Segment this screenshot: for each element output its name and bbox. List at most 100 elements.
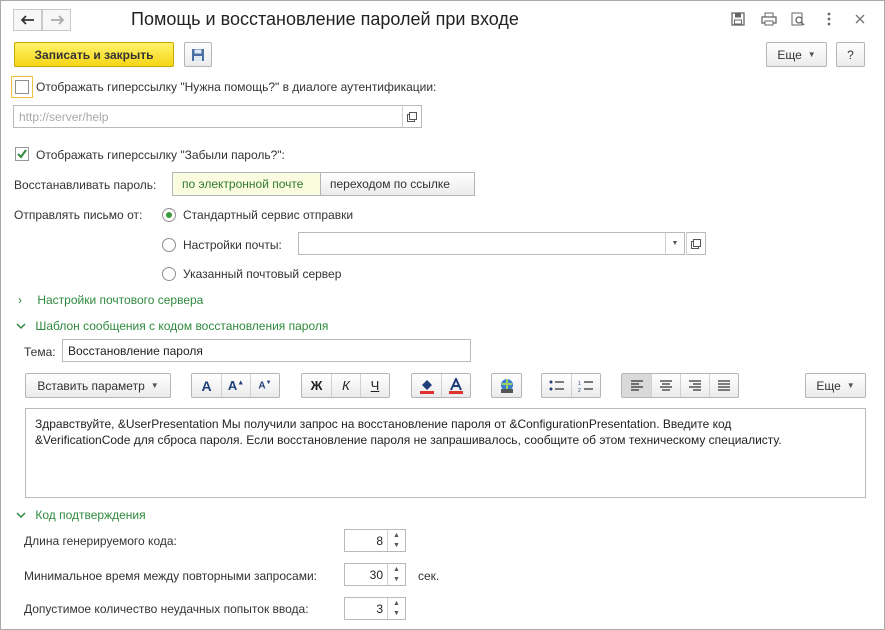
svg-text:2: 2 bbox=[578, 388, 581, 392]
caret-down-icon: ▼ bbox=[671, 240, 679, 247]
insert-parameter-label: Вставить параметр bbox=[37, 378, 145, 393]
caret-down-icon: ▼ bbox=[150, 381, 159, 390]
floppy-icon bbox=[192, 48, 204, 61]
group-template[interactable]: Шаблон сообщения с кодом восстановления … bbox=[16, 319, 328, 333]
min-time-stepper[interactable]: 30 ▲ ▼ bbox=[344, 563, 406, 586]
help-link-checkbox-focus[interactable] bbox=[11, 76, 33, 98]
print-icon[interactable] bbox=[759, 9, 779, 29]
min-time-label: Минимальное время между повторными запро… bbox=[24, 569, 317, 583]
save-icon[interactable] bbox=[728, 9, 748, 29]
window: Помощь и восстановление паролей при вход… bbox=[0, 0, 885, 630]
stepper-arrows[interactable]: ▲ ▼ bbox=[387, 598, 405, 619]
help-link-label: Отображать гиперссылку "Нужна помощь?" в… bbox=[36, 80, 437, 94]
bullet-list-button[interactable] bbox=[542, 374, 571, 397]
stepper-up-icon[interactable]: ▲ bbox=[388, 564, 405, 575]
insert-image-group bbox=[491, 373, 522, 398]
chevron-down-icon bbox=[16, 323, 26, 330]
stepper-up-icon[interactable]: ▲ bbox=[388, 598, 405, 609]
align-left-button[interactable] bbox=[622, 374, 651, 397]
sender-radio-server[interactable] bbox=[162, 267, 176, 281]
save-and-close-button[interactable]: Записать и закрыть bbox=[14, 42, 174, 67]
underline-icon: Ч bbox=[370, 378, 380, 393]
align-group bbox=[621, 373, 739, 398]
more-button-label: Еще bbox=[777, 47, 802, 62]
close-icon[interactable] bbox=[850, 9, 870, 29]
min-time-value: 30 bbox=[369, 567, 383, 582]
numbered-list-icon: 12 bbox=[578, 381, 593, 392]
stepper-down-icon[interactable]: ▼ bbox=[388, 541, 405, 552]
stepper-down-icon[interactable]: ▼ bbox=[388, 609, 405, 620]
save-button[interactable] bbox=[184, 42, 212, 67]
group-confirmation-label: Код подтверждения bbox=[35, 508, 146, 522]
bold-icon: Ж bbox=[310, 378, 323, 393]
message-body-editor[interactable]: Здравствуйте, &UserPresentation Мы получ… bbox=[25, 408, 866, 498]
fill-bucket-icon bbox=[419, 379, 434, 394]
recovery-option-link[interactable]: переходом по ссылке bbox=[321, 172, 475, 196]
template-more-label: Еще bbox=[816, 378, 841, 393]
forgot-link-label: Отображать гиперссылку "Забыли пароль?": bbox=[36, 148, 285, 162]
stepper-arrows[interactable]: ▲ ▼ bbox=[387, 564, 405, 585]
text-style-group: Ж К Ч bbox=[301, 373, 390, 398]
caret-down-icon: ▼ bbox=[807, 50, 816, 59]
open-window-icon bbox=[691, 238, 701, 249]
mail-settings-dropdown-button[interactable]: ▼ bbox=[665, 232, 685, 255]
background-color-button[interactable] bbox=[412, 374, 441, 397]
font-increase-button[interactable]: A▲ bbox=[221, 374, 250, 397]
checkmark-icon bbox=[17, 149, 27, 159]
svg-text:1: 1 bbox=[578, 381, 581, 387]
text-color-button[interactable] bbox=[441, 374, 470, 397]
template-more-button[interactable]: Еще ▼ bbox=[805, 373, 866, 398]
italic-button[interactable]: К bbox=[331, 374, 360, 397]
font-decrease-button[interactable]: A▼ bbox=[250, 374, 279, 397]
italic-icon: К bbox=[342, 378, 350, 393]
more-button[interactable]: Еще ▼ bbox=[766, 42, 827, 67]
attempts-stepper[interactable]: 3 ▲ ▼ bbox=[344, 597, 406, 620]
group-mail-server[interactable]: › Настройки почтового сервера bbox=[18, 293, 203, 307]
underline-button[interactable]: Ч bbox=[360, 374, 389, 397]
align-right-button[interactable] bbox=[680, 374, 709, 397]
preview-icon[interactable] bbox=[788, 9, 808, 29]
attempts-value: 3 bbox=[376, 601, 383, 616]
bold-button[interactable]: Ж bbox=[302, 374, 331, 397]
insert-parameter-button[interactable]: Вставить параметр ▼ bbox=[25, 373, 171, 398]
help-button[interactable]: ? bbox=[836, 42, 865, 67]
subject-label: Тема: bbox=[24, 345, 56, 359]
more-menu-icon[interactable] bbox=[819, 9, 839, 29]
align-right-icon bbox=[689, 379, 701, 391]
sender-radio-standard[interactable] bbox=[162, 208, 176, 222]
arrow-right-icon bbox=[50, 15, 64, 25]
code-length-label: Длина генерируемого кода: bbox=[24, 534, 177, 548]
message-body-line-1: Здравствуйте, &UserPresentation Мы получ… bbox=[35, 417, 732, 431]
font-a-icon: A bbox=[201, 377, 212, 394]
sender-radio-mail-settings[interactable] bbox=[162, 238, 176, 252]
align-left-icon bbox=[630, 379, 643, 391]
code-length-stepper[interactable]: 8 ▲ ▼ bbox=[344, 529, 406, 552]
forgot-link-checkbox[interactable] bbox=[15, 147, 29, 161]
help-url-placeholder: http://server/help bbox=[19, 109, 109, 124]
align-justify-button[interactable] bbox=[709, 374, 738, 397]
back-button[interactable] bbox=[13, 9, 42, 31]
open-window-icon bbox=[407, 111, 417, 122]
mail-settings-open-button[interactable] bbox=[686, 232, 706, 255]
stepper-up-icon[interactable]: ▲ bbox=[388, 530, 405, 541]
font-bold-a-button[interactable]: A bbox=[192, 374, 221, 397]
stepper-arrows[interactable]: ▲ ▼ bbox=[387, 530, 405, 551]
recovery-option-email[interactable]: по электронной почте bbox=[172, 172, 321, 196]
numbered-list-button[interactable]: 12 bbox=[571, 374, 600, 397]
open-url-button[interactable] bbox=[402, 105, 422, 128]
code-length-value: 8 bbox=[376, 533, 383, 548]
forward-button[interactable] bbox=[42, 9, 71, 31]
caret-down-icon: ▼ bbox=[846, 381, 855, 390]
align-center-button[interactable] bbox=[651, 374, 680, 397]
mail-settings-select[interactable] bbox=[298, 232, 666, 255]
chevron-down-icon bbox=[16, 512, 26, 519]
text-color-icon bbox=[449, 377, 463, 394]
help-url-input[interactable]: http://server/help bbox=[13, 105, 403, 128]
help-link-checkbox[interactable] bbox=[15, 80, 29, 94]
subject-input[interactable]: Восстановление пароля bbox=[62, 339, 471, 362]
insert-image-button[interactable] bbox=[492, 374, 521, 397]
group-confirmation[interactable]: Код подтверждения bbox=[16, 508, 146, 522]
stepper-down-icon[interactable]: ▼ bbox=[388, 575, 405, 586]
group-mail-server-label: Настройки почтового сервера bbox=[37, 293, 204, 307]
color-group bbox=[411, 373, 471, 398]
